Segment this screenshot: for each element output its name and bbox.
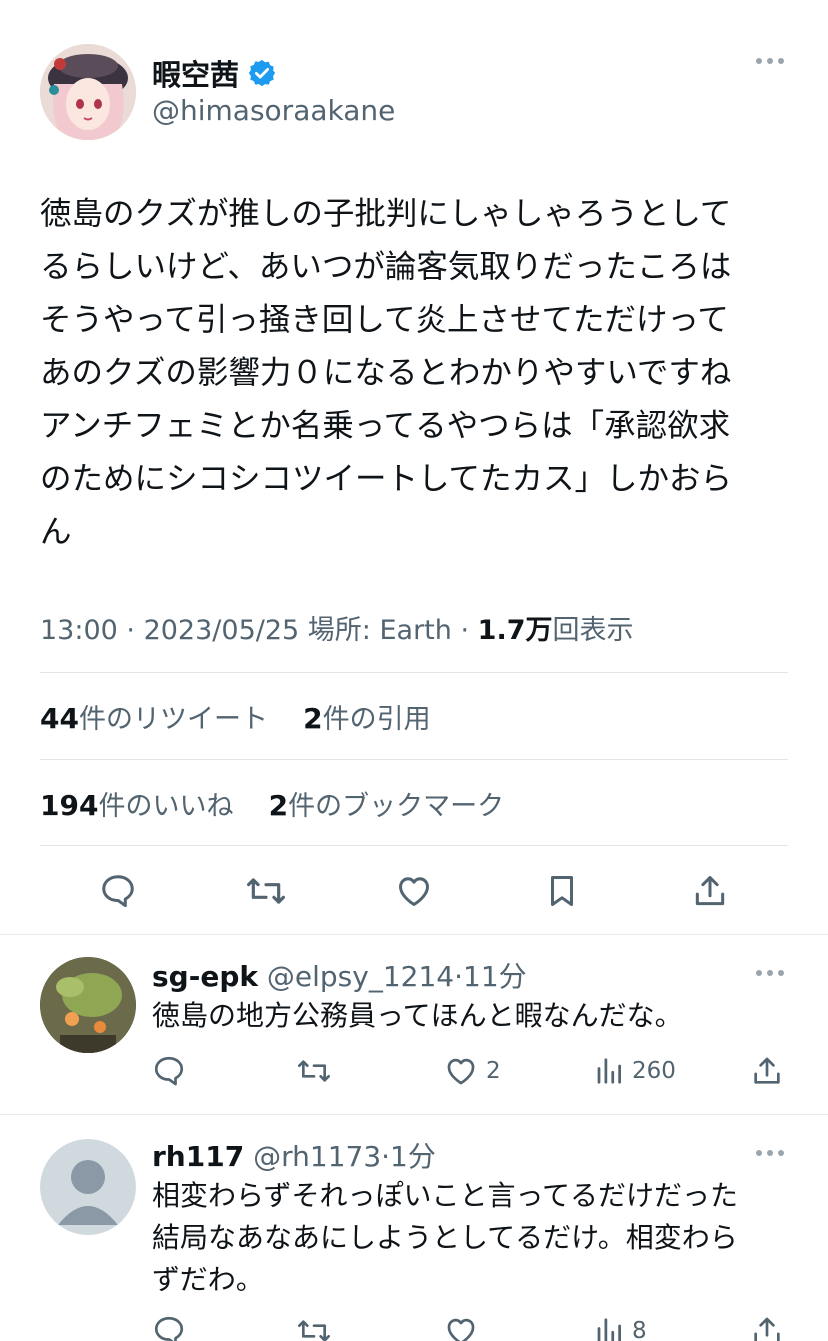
verified-badge-icon [248, 59, 276, 87]
retweet-icon [298, 1060, 330, 1082]
reply-text-line: 相変わらずそれっぽいこと言ってるだけだった [152, 1179, 739, 1212]
reply-action-bar: 2 260 [152, 1051, 792, 1091]
reply-action-bar: 8 [152, 1311, 792, 1341]
reply-view-count: 8 [632, 1318, 647, 1341]
share-icon [695, 876, 725, 906]
like-button[interactable] [444, 1311, 486, 1341]
tweet-text-line: るらしいけど、あいつが論客気取りだったころは [40, 249, 732, 285]
heart-icon [447, 1058, 475, 1085]
author-name-row: 暇空茜 [152, 52, 277, 94]
share-button[interactable] [750, 1051, 784, 1091]
reply-icon [102, 875, 134, 908]
reply-icon [154, 1056, 184, 1086]
tweet-text-line: 徳島のクズが推しの子批判にしゃしゃろうとして [40, 196, 732, 232]
like-button[interactable] [392, 866, 436, 916]
reply-tweet[interactable]: sg-epk @elpsy_1214·11分 徳島の地方公務員ってほんと暇なんだ… [0, 935, 828, 1113]
author-handle[interactable]: @himasoraakane [152, 94, 395, 127]
tweet-location: 場所: Earth [307, 615, 452, 646]
tweet-text-line: アンチフェミとか名乗ってるやつらは「承認欲求 [40, 408, 731, 444]
more-options-icon[interactable] [756, 970, 784, 976]
bookmarks-stat[interactable]: 2件のブックマーク [269, 789, 504, 822]
reply-time[interactable]: 1分 [390, 1140, 436, 1173]
views-button[interactable]: 260 [594, 1051, 676, 1091]
retweet-icon [246, 878, 285, 904]
heart-icon [447, 1318, 475, 1341]
tweet-meta: 13:00 · 2023/05/25 場所: Earth · 1.7万回表示 [40, 615, 634, 646]
analytics-icon [597, 1318, 621, 1341]
reply-button[interactable] [152, 1051, 186, 1091]
analytics-icon [597, 1058, 621, 1084]
reply-tweet[interactable]: rh117 @rh1173·1分 相変わらずそれっぽいこと言ってるだけだった 結… [0, 1115, 828, 1341]
tweet-text-line: そうやって引っ掻き回して炎上させてただけって [40, 302, 729, 338]
author-avatar[interactable] [40, 44, 136, 140]
reply-author-name[interactable]: rh117 [152, 1140, 244, 1173]
like-button[interactable]: 2 [444, 1051, 501, 1091]
reply-time[interactable]: 11分 [463, 960, 527, 993]
reply-author-handle[interactable]: @elpsy_1214 [267, 960, 454, 993]
reply-text: 相変わらずそれっぽいこと言ってるだけだった 結局なあなあにしようとしてるだけ。相… [152, 1175, 792, 1301]
reply-avatar[interactable] [40, 1139, 136, 1235]
retweet-icon [298, 1320, 330, 1341]
retweet-quote-stats: 44件のリツイート 2件の引用 [40, 697, 431, 736]
reply-header: rh117 @rh1173·1分 [152, 1140, 436, 1173]
reply-author-name[interactable]: sg-epk [152, 960, 258, 993]
share-button[interactable] [688, 866, 732, 916]
tweet-time[interactable]: 13:00 [40, 615, 118, 646]
share-button[interactable] [750, 1311, 784, 1341]
share-icon [754, 1057, 780, 1084]
more-options-icon[interactable] [756, 58, 784, 64]
reply-icon [154, 1316, 184, 1341]
reply-text-line: 徳島の地方公務員ってほんと暇なんだな。 [152, 999, 683, 1032]
tweet-text: 徳島のクズが推しの子批判にしゃしゃろうとして るらしいけど、あいつが論客気取りだ… [40, 188, 790, 559]
reply-button[interactable] [152, 1311, 186, 1341]
reply-text-line: 結局なあなあにしようとしてるだけ。相変わら [152, 1221, 738, 1254]
tweet-text-line: あのクズの影響力０になるとわかりやすいですね [40, 355, 732, 391]
retweet-button[interactable] [244, 866, 288, 916]
author-display-name[interactable]: 暇空茜 [152, 52, 239, 94]
reply-button[interactable] [96, 866, 140, 916]
reply-like-count: 2 [486, 1058, 501, 1084]
reply-text: 徳島の地方公務員ってほんと暇なんだな。 [152, 995, 792, 1037]
tweet-action-bar [40, 866, 788, 916]
retweets-stat[interactable]: 44件のリツイート [40, 702, 268, 735]
tweet-date[interactable]: 2023/05/25 [144, 615, 300, 646]
quotes-stat[interactable]: 2件の引用 [303, 702, 430, 735]
retweet-button[interactable] [296, 1311, 332, 1341]
share-icon [754, 1317, 780, 1341]
views-count: 1.7万 [477, 615, 553, 646]
retweet-button[interactable] [296, 1051, 332, 1091]
tweet-text-line: ん [40, 514, 72, 550]
heart-icon [399, 877, 429, 906]
views-button[interactable]: 8 [594, 1311, 647, 1341]
reply-view-count: 260 [632, 1058, 676, 1084]
divider [40, 759, 788, 760]
bookmark-button[interactable] [540, 866, 584, 916]
views-label: 回表示 [552, 615, 634, 646]
more-options-icon[interactable] [756, 1150, 784, 1156]
tweet-text-line: のためにシコシコツイートしてたカス」しかおら [40, 461, 733, 497]
reply-author-handle[interactable]: @rh1173 [253, 1140, 381, 1173]
reply-header: sg-epk @elpsy_1214·11分 [152, 960, 527, 993]
divider [40, 845, 788, 846]
like-bookmark-stats: 194件のいいね 2件のブックマーク [40, 784, 504, 823]
bookmark-icon [550, 876, 574, 906]
reply-text-line: ずだわ。 [152, 1263, 264, 1296]
reply-avatar[interactable] [40, 957, 136, 1053]
divider [40, 672, 788, 673]
likes-stat[interactable]: 194件のいいね [40, 789, 233, 822]
